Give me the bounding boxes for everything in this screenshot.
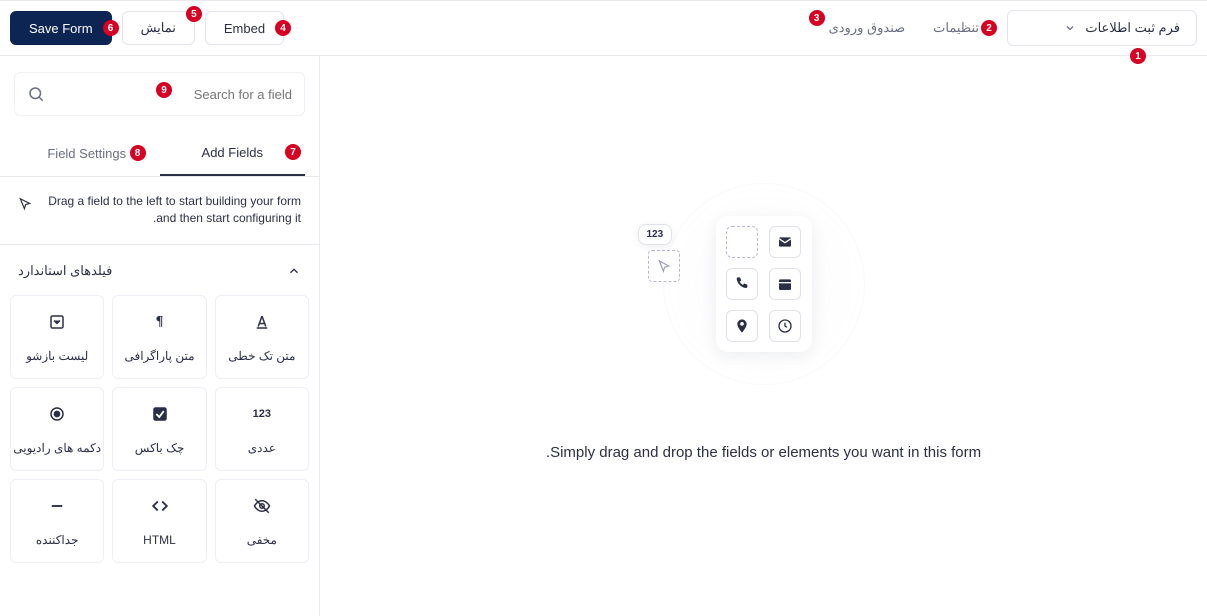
save-button-label: Save Form bbox=[29, 21, 93, 36]
annotation-8: 8 bbox=[130, 145, 146, 161]
annotation-5: 5 bbox=[186, 6, 202, 22]
drag-target-icon bbox=[648, 250, 680, 282]
hint-text: Drag a field to the left to start buildi… bbox=[46, 193, 301, 228]
preview-button-label: نمایش bbox=[141, 20, 176, 36]
location-icon bbox=[726, 310, 758, 342]
field-dropdown[interactable]: لیست بازشو bbox=[10, 295, 104, 379]
chevron-down-icon bbox=[1063, 21, 1077, 35]
annotation-6: 6 bbox=[103, 20, 119, 36]
annotation-7: 7 bbox=[285, 144, 301, 160]
empty-state-message: Simply drag and drop the fields or eleme… bbox=[546, 444, 981, 461]
search-icon bbox=[27, 85, 45, 103]
tab-field-settings-label: Field Settings bbox=[47, 146, 126, 161]
dropdown-icon bbox=[46, 311, 68, 333]
html-icon bbox=[149, 495, 171, 517]
section-standard-fields[interactable]: فیلدهای استاندارد bbox=[0, 245, 319, 289]
tab-field-settings[interactable]: Field Settings 8 bbox=[14, 130, 160, 176]
tab-add-fields-label: Add Fields bbox=[202, 145, 263, 160]
field-label: مخفی bbox=[247, 533, 277, 547]
divider-icon bbox=[46, 495, 68, 517]
field-label: متن پاراگرافی bbox=[124, 349, 194, 363]
field-checkbox[interactable]: چک باکس bbox=[112, 387, 206, 471]
calendar-icon bbox=[769, 268, 801, 300]
text-line-icon bbox=[251, 311, 273, 333]
nav-settings[interactable]: تنظیمات 2 bbox=[933, 20, 979, 36]
nav-settings-label: تنظیمات bbox=[933, 20, 979, 35]
embed-button-label: Embed bbox=[224, 21, 265, 36]
clock-icon bbox=[769, 310, 801, 342]
field-numeric[interactable]: 123 عددی bbox=[215, 387, 309, 471]
field-radio[interactable]: دکمه های رادیویی bbox=[10, 387, 104, 471]
annotation-3: 3 bbox=[809, 10, 825, 26]
hidden-icon bbox=[251, 495, 273, 517]
numeric-badge-icon: 123 bbox=[638, 224, 673, 245]
search-input[interactable] bbox=[55, 87, 292, 102]
form-canvas[interactable]: 123 bbox=[320, 56, 1207, 616]
form-name-selector[interactable]: فرم ثبت اطلاعات bbox=[1007, 10, 1197, 46]
field-single-line-text[interactable]: متن تک خطی bbox=[215, 295, 309, 379]
tab-add-fields[interactable]: Add Fields 7 bbox=[160, 130, 306, 176]
field-label: جداکننده bbox=[36, 533, 79, 547]
topbar: Save Form 6 نمایش 5 Embed 4 صندوق ورودی … bbox=[0, 0, 1207, 56]
annotation-2: 2 bbox=[981, 20, 997, 36]
embed-button[interactable]: Embed 4 bbox=[205, 11, 284, 45]
save-button[interactable]: Save Form 6 bbox=[10, 11, 112, 45]
placeholder-slot-icon bbox=[726, 226, 758, 258]
sidebar: 9 Field Settings 8 Add Fields 7 Drag a f… bbox=[0, 56, 320, 616]
section-title: فیلدهای استاندارد bbox=[18, 263, 112, 279]
field-label: دکمه های رادیویی bbox=[13, 441, 101, 455]
nav-inbox[interactable]: صندوق ورودی 3 bbox=[829, 20, 906, 36]
preview-button[interactable]: نمایش 5 bbox=[122, 11, 195, 45]
cursor-icon bbox=[18, 197, 32, 211]
field-label: لیست بازشو bbox=[26, 349, 88, 363]
annotation-9: 9 bbox=[156, 82, 172, 98]
field-html[interactable]: HTML bbox=[112, 479, 206, 563]
phone-icon bbox=[726, 268, 758, 300]
radio-icon bbox=[46, 403, 68, 425]
checkbox-icon bbox=[149, 403, 171, 425]
field-label: HTML bbox=[143, 533, 176, 547]
field-hidden[interactable]: مخفی bbox=[215, 479, 309, 563]
field-label: چک باکس bbox=[135, 441, 185, 455]
numeric-icon: 123 bbox=[251, 403, 273, 425]
chevron-up-icon bbox=[287, 264, 301, 278]
field-label: عددی bbox=[248, 441, 276, 455]
annotation-1: 1 bbox=[1130, 48, 1146, 64]
field-label: متن تک خطی bbox=[228, 349, 295, 363]
empty-state-illustration: 123 bbox=[674, 194, 854, 374]
field-paragraph-text[interactable]: ¶ متن پاراگرافی bbox=[112, 295, 206, 379]
annotation-4: 4 bbox=[275, 20, 291, 36]
form-name-label: فرم ثبت اطلاعات bbox=[1085, 20, 1180, 36]
field-divider[interactable]: جداکننده bbox=[10, 479, 104, 563]
nav-inbox-label: صندوق ورودی bbox=[829, 20, 906, 35]
mail-icon bbox=[769, 226, 801, 258]
paragraph-icon: ¶ bbox=[149, 311, 171, 333]
